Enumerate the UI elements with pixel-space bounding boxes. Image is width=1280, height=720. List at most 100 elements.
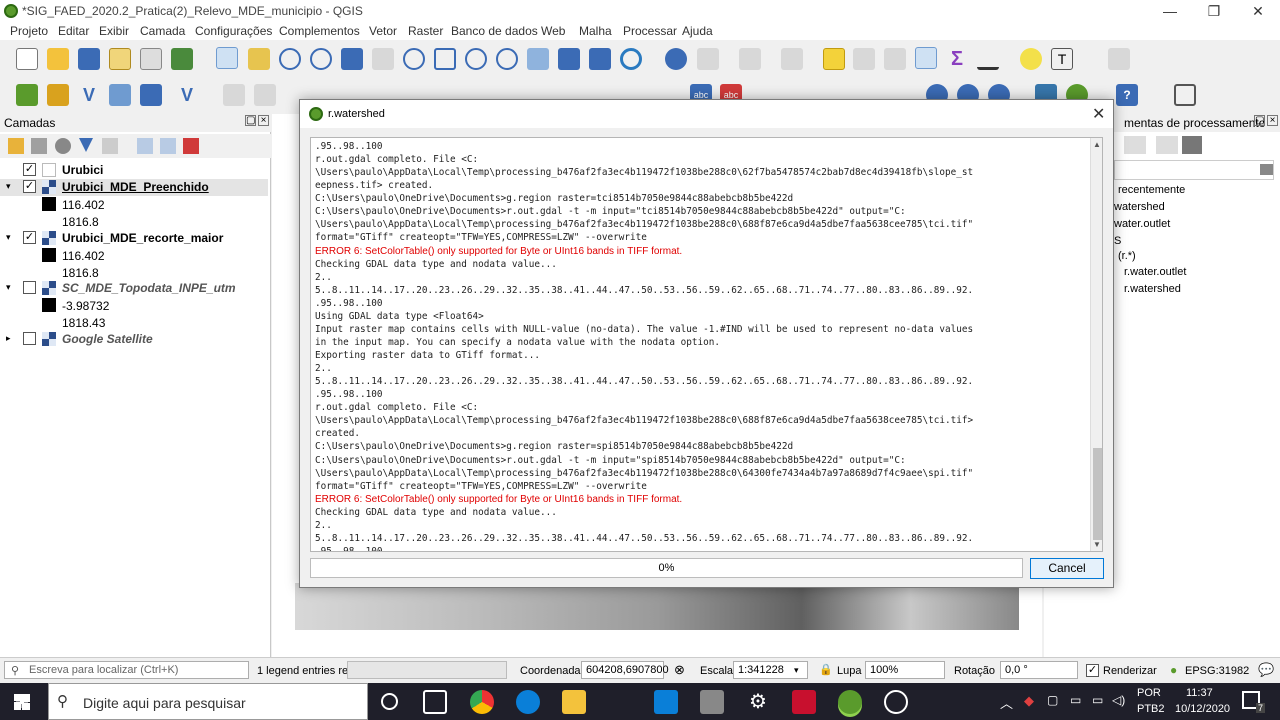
zoom-native-icon[interactable] [434, 48, 456, 70]
add-delimited-text-icon[interactable]: V [78, 84, 100, 106]
style-layer-icon[interactable] [8, 138, 24, 154]
render-checkbox[interactable]: ✓ [1086, 664, 1099, 677]
tree-item[interactable]: watershed [1114, 201, 1165, 213]
toolbox-search-input[interactable] [1114, 160, 1274, 180]
temporal-controller-icon[interactable] [558, 48, 580, 70]
obs-icon[interactable] [884, 690, 908, 714]
magnifier-spinbox[interactable]: 100% [865, 661, 945, 679]
add-wfs-icon[interactable]: V [176, 84, 198, 106]
tree-item[interactable]: (r.*) [1118, 250, 1136, 262]
manage-visibility-icon[interactable] [55, 138, 71, 154]
crs-globe-icon[interactable]: ● [1170, 663, 1177, 677]
layer-checkbox[interactable]: ✓ [23, 180, 36, 193]
epsg-label[interactable]: EPSG:31982 [1185, 665, 1249, 677]
add-raster-layer-icon[interactable] [47, 84, 69, 106]
chevron-down-icon[interactable]: ▾ [794, 662, 799, 678]
battery-icon[interactable]: ▭ [1092, 693, 1103, 707]
scale-combobox[interactable]: 1:341228 ▾ [733, 661, 808, 679]
taskbar-search-input[interactable]: ⚲ Digite aqui para pesquisar [48, 683, 368, 720]
zoom-layer-icon[interactable] [403, 48, 425, 70]
network-icon[interactable]: ▭ [1070, 693, 1081, 707]
help-icon[interactable]: ? [1116, 84, 1138, 106]
dem-raster-map[interactable] [295, 583, 1019, 630]
refresh-icon[interactable] [620, 48, 642, 70]
tree-item[interactable]: r.watershed [1124, 283, 1181, 295]
vertex-tool-icon[interactable] [1108, 48, 1130, 70]
menu-web[interactable]: Web [541, 24, 565, 38]
edit-toggle-icon[interactable] [254, 84, 276, 106]
antivirus-icon[interactable]: ◆ [1024, 693, 1034, 709]
layer-row[interactable]: ▾ ✓ Urubici_MDE_Preenchido [0, 179, 268, 196]
locator-search-input[interactable]: ⚲ Escreva para localizar (Ctrl+K) [4, 661, 249, 679]
chrome-icon[interactable] [470, 690, 494, 714]
add-wms-icon[interactable] [140, 84, 162, 106]
deselect-icon[interactable] [823, 48, 845, 70]
float-panel-icon[interactable]: ▢ [1254, 115, 1265, 126]
digitize-icon[interactable] [109, 84, 131, 106]
attribute-table-icon[interactable] [853, 48, 875, 70]
remove-layer-icon[interactable] [183, 138, 199, 154]
filter-icon[interactable] [79, 138, 93, 152]
language-top[interactable]: POR [1137, 687, 1161, 699]
layer-row[interactable]: ▸ Google Satellite [0, 331, 268, 348]
menu-complementos[interactable]: Complementos [279, 24, 360, 38]
rotation-spinbox[interactable]: 0,0 ° [1000, 661, 1078, 679]
menu-camada[interactable]: Camada [140, 24, 185, 38]
tree-item[interactable]: water.outlet [1114, 218, 1170, 230]
qgis-taskbar-icon[interactable] [838, 690, 862, 714]
layer-checkbox[interactable] [23, 332, 36, 345]
close-panel-icon[interactable]: × [258, 115, 269, 126]
menu-configuracoes[interactable]: Configurações [195, 24, 272, 38]
collapse-arrow-icon[interactable]: ▾ [6, 232, 11, 243]
store-icon[interactable] [654, 690, 678, 714]
zoom-selection-icon[interactable] [372, 48, 394, 70]
collapse-arrow-icon[interactable]: ▾ [6, 282, 11, 293]
minimize-icon[interactable]: — [1160, 2, 1180, 20]
expand-all-icon[interactable] [137, 138, 153, 154]
text-annotation-icon[interactable]: T [1051, 48, 1073, 70]
settings-gear-icon[interactable]: ⚙ [746, 690, 770, 714]
collapse-all-icon[interactable] [160, 138, 176, 154]
cancel-button[interactable]: Cancel [1030, 558, 1104, 579]
actions-icon[interactable] [697, 48, 719, 70]
layer-row[interactable]: ▾ ✓ Urubici_MDE_recorte_maior [0, 230, 268, 247]
tree-item[interactable]: S [1114, 235, 1121, 247]
coordinate-field[interactable]: 604208,6907800 [581, 661, 669, 679]
layer-checkbox[interactable] [23, 281, 36, 294]
acrobat-icon[interactable] [792, 690, 816, 714]
zoom-out-icon[interactable] [310, 48, 332, 70]
collapse-arrow-icon[interactable]: ▾ [6, 181, 11, 192]
models-icon[interactable] [1124, 136, 1146, 154]
identify-icon[interactable] [665, 48, 687, 70]
select-features-icon[interactable] [739, 48, 761, 70]
save-project-icon[interactable] [78, 48, 100, 70]
new-project-icon[interactable] [16, 48, 38, 70]
maximize-icon[interactable]: ❐ [1204, 2, 1224, 20]
open-project-icon[interactable] [47, 48, 69, 70]
expand-arrow-icon[interactable]: ▸ [6, 333, 11, 344]
volume-icon[interactable]: ◁) [1112, 693, 1125, 707]
log-scrollbar[interactable]: ▲ ▼ [1090, 138, 1102, 551]
layer-row[interactable]: ✓ Urubici [0, 162, 268, 179]
edit-pencil-icon[interactable] [223, 84, 245, 106]
toggle-extents-icon[interactable]: ⊗ [674, 662, 685, 678]
menu-vetor[interactable]: Vetor [369, 24, 397, 38]
clock-time[interactable]: 11:37 [1186, 687, 1213, 699]
pan-hand-icon[interactable] [216, 47, 238, 69]
layer-checkbox[interactable]: ✓ [23, 163, 36, 176]
select-value-icon[interactable] [781, 48, 803, 70]
field-calculator-icon[interactable] [884, 48, 906, 70]
bookmarks-icon[interactable] [589, 48, 611, 70]
edge-icon[interactable] [516, 690, 540, 714]
style-manager-icon[interactable] [171, 48, 193, 70]
options-wrench-icon[interactable] [1182, 136, 1202, 154]
log-output[interactable]: .95..98..100 r.out.gdal completo. File <C… [310, 137, 1103, 552]
add-vector-layer-icon[interactable] [16, 84, 38, 106]
file-explorer-icon[interactable] [562, 690, 586, 714]
menu-exibir[interactable]: Exibir [99, 24, 129, 38]
clear-search-icon[interactable] [1260, 164, 1273, 175]
layer-checkbox[interactable]: ✓ [23, 231, 36, 244]
zoom-last-icon[interactable] [465, 48, 487, 70]
filter-expression-icon[interactable] [102, 138, 118, 154]
float-panel-icon[interactable]: ▢ [245, 115, 256, 126]
